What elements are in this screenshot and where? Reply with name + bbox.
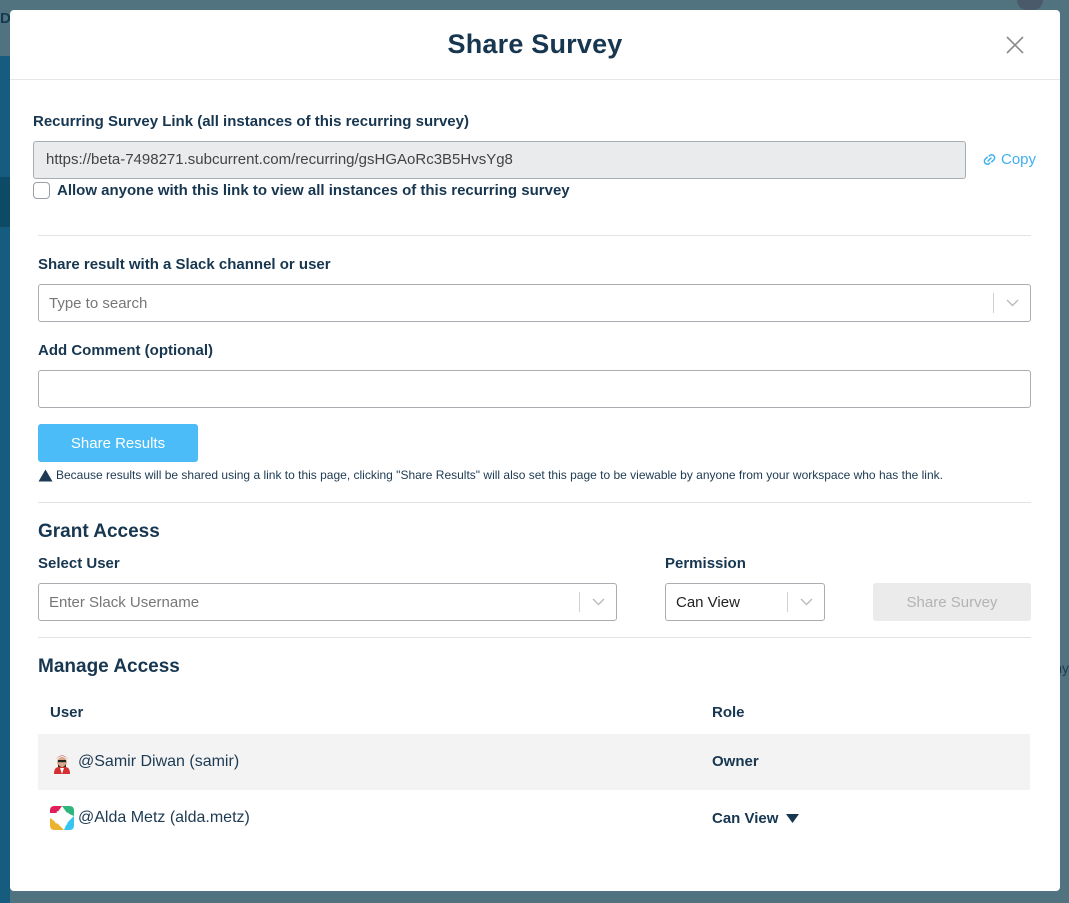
role-owner: Owner bbox=[712, 753, 759, 770]
table-header: User Role bbox=[38, 690, 1030, 734]
role-cell: Can View bbox=[700, 810, 1030, 827]
share-warning: Because results will be shared using a l… bbox=[38, 468, 943, 482]
comment-label: Add Comment (optional) bbox=[38, 342, 213, 359]
copy-link-button[interactable]: Copy bbox=[981, 151, 1036, 168]
slack-search-select[interactable]: Type to search bbox=[38, 284, 1031, 322]
modal-header: Share Survey bbox=[10, 10, 1060, 80]
user-name: @Samir Diwan (samir) bbox=[78, 753, 240, 770]
dropdown-toggle[interactable] bbox=[994, 299, 1030, 307]
role-dropdown[interactable]: Can View bbox=[712, 810, 1030, 827]
table-row: @Alda Metz (alda.metz) Can View bbox=[38, 790, 1030, 846]
recurring-link-label: Recurring Survey Link (all instances of … bbox=[33, 113, 469, 130]
chevron-down-icon bbox=[800, 598, 812, 606]
recurring-link-field[interactable]: https://beta-7498271.subcurrent.com/recu… bbox=[33, 141, 966, 179]
slack-search-placeholder: Type to search bbox=[49, 294, 148, 312]
share-warning-text: Because results will be shared using a l… bbox=[56, 468, 943, 482]
divider bbox=[38, 637, 1031, 638]
permission-value: Can View bbox=[676, 593, 740, 611]
link-icon bbox=[983, 154, 996, 165]
manage-access-title: Manage Access bbox=[38, 656, 180, 677]
comment-input[interactable] bbox=[38, 370, 1031, 408]
allow-anyone-checkbox[interactable] bbox=[33, 182, 50, 199]
select-user-label: Select User bbox=[38, 555, 120, 572]
divider bbox=[38, 235, 1031, 236]
close-button[interactable] bbox=[1004, 34, 1026, 56]
divider bbox=[38, 502, 1031, 503]
caret-down-icon bbox=[786, 813, 800, 823]
select-user-dropdown[interactable]: Enter Slack Username bbox=[38, 583, 617, 621]
close-icon bbox=[1006, 36, 1024, 54]
share-survey-modal: Share Survey Recurring Survey Link (all … bbox=[10, 10, 1060, 891]
user-name: @Alda Metz (alda.metz) bbox=[78, 809, 250, 826]
permission-dropdown[interactable]: Can View bbox=[665, 583, 825, 621]
allow-anyone-row: Allow anyone with this link to view all … bbox=[33, 182, 570, 199]
user-cell: @Samir Diwan (samir) bbox=[38, 750, 700, 774]
role-cell: Owner bbox=[700, 753, 1030, 771]
select-user-placeholder: Enter Slack Username bbox=[49, 593, 200, 611]
background-sidebar-active-item bbox=[0, 177, 10, 227]
slack-share-label: Share result with a Slack channel or use… bbox=[38, 256, 331, 273]
chevron-down-icon bbox=[1006, 299, 1018, 307]
grant-access-title: Grant Access bbox=[38, 521, 160, 542]
share-results-button[interactable]: Share Results bbox=[38, 424, 198, 462]
avatar bbox=[50, 806, 74, 830]
column-header-role: Role bbox=[712, 703, 745, 721]
slack-default-avatar-icon bbox=[50, 806, 74, 830]
role-value: Can View bbox=[712, 809, 779, 827]
user-cell: @Alda Metz (alda.metz) bbox=[38, 806, 700, 830]
chevron-down-icon bbox=[592, 598, 604, 606]
dropdown-toggle[interactable] bbox=[580, 598, 616, 606]
background-avatar bbox=[1017, 0, 1043, 10]
access-table: User Role @Samir Diwan (samir) Owner @Al… bbox=[38, 690, 1030, 846]
warning-triangle-icon bbox=[38, 469, 53, 481]
user-photo-icon bbox=[50, 750, 74, 774]
dropdown-toggle[interactable] bbox=[788, 598, 824, 606]
permission-label: Permission bbox=[665, 555, 746, 572]
column-header-user: User bbox=[50, 703, 84, 721]
share-survey-button[interactable]: Share Survey bbox=[873, 583, 1031, 621]
allow-anyone-label: Allow anyone with this link to view all … bbox=[57, 182, 570, 199]
avatar bbox=[50, 750, 74, 774]
copy-label: Copy bbox=[1001, 151, 1037, 168]
modal-title: Share Survey bbox=[447, 29, 623, 59]
table-row: @Samir Diwan (samir) Owner bbox=[38, 734, 1030, 790]
